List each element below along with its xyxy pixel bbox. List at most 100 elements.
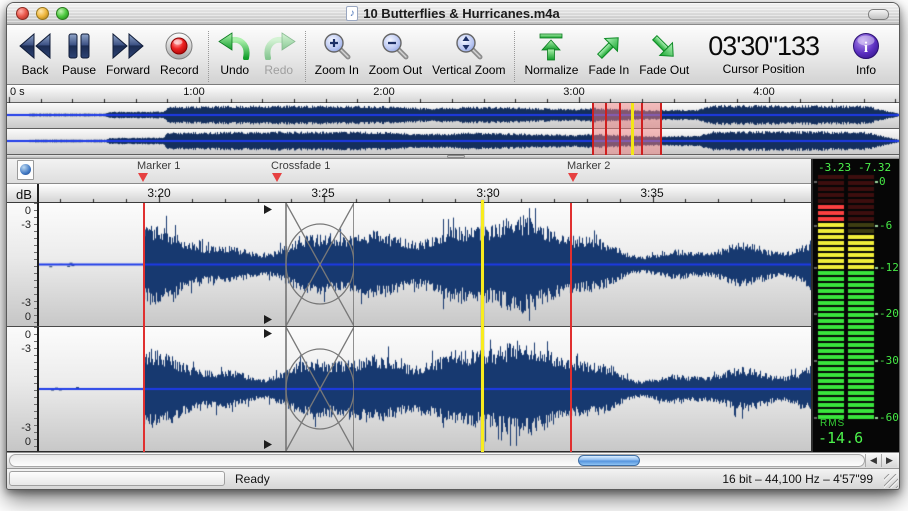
format-info: 16 bit – 44,100 Hz – 4'57"99 bbox=[722, 472, 873, 486]
playback-cursor[interactable] bbox=[481, 200, 484, 452]
toolbar-toggle-button[interactable] bbox=[868, 9, 889, 20]
pause-icon bbox=[66, 30, 92, 62]
audio-globe-icon bbox=[20, 164, 31, 175]
marker-triangle-icon[interactable] bbox=[272, 173, 282, 182]
overview-marker-line bbox=[605, 103, 607, 155]
title-bar[interactable]: ♪ 10 Butterflies & Hurricanes.m4a bbox=[7, 3, 899, 25]
app-window: ♪ 10 Butterflies & Hurricanes.m4a Back P… bbox=[6, 2, 900, 490]
peak-value-left: -3.23 bbox=[818, 161, 851, 174]
overview-selection[interactable] bbox=[593, 103, 662, 155]
overview-time-ruler[interactable]: 0 s 1:00 2:00 3:00 4:00 bbox=[7, 85, 899, 103]
audio-document-icon: ♪ bbox=[346, 6, 358, 21]
progress-area bbox=[9, 471, 225, 486]
fade-handle-icon bbox=[264, 315, 272, 324]
redo-button[interactable]: Redo bbox=[257, 29, 301, 78]
db-scale-left-channel: 0 -3 -3 0 bbox=[7, 203, 39, 326]
channel-right: 0 -3 -3 0 bbox=[7, 327, 811, 452]
crossfade-region[interactable] bbox=[262, 327, 354, 451]
zoom-in-icon bbox=[322, 30, 352, 62]
status-bar: Ready 16 bit – 44,100 Hz – 4'57"99 bbox=[7, 468, 899, 489]
marker-2-line bbox=[570, 203, 572, 452]
fade-handle-icon bbox=[264, 205, 272, 214]
zoom-window-button[interactable] bbox=[56, 7, 69, 20]
crossfade-region[interactable] bbox=[262, 203, 354, 326]
marker-crossfade-1[interactable]: Crossfade 1 bbox=[271, 160, 330, 182]
db-unit-label: dB bbox=[7, 184, 39, 203]
cursor-position-display: 03'30"133 Cursor Position bbox=[708, 29, 819, 76]
normalize-button[interactable]: Normalize bbox=[519, 29, 583, 78]
main-ruler-label: 3:20 bbox=[147, 186, 170, 200]
vertical-zoom-button[interactable]: Vertical Zoom bbox=[427, 29, 510, 78]
horizontal-scrollbar[interactable]: ◀ ▶ bbox=[7, 452, 899, 468]
toolbar-separator bbox=[305, 31, 306, 82]
undo-button[interactable]: Undo bbox=[213, 29, 257, 78]
waveform-right-channel[interactable] bbox=[39, 327, 811, 451]
marker-triangle-icon[interactable] bbox=[138, 173, 148, 182]
overview-waveform-right[interactable] bbox=[7, 129, 899, 154]
main-ruler-label: 3:30 bbox=[476, 186, 499, 200]
waveform-canvas-left[interactable] bbox=[39, 203, 811, 326]
pause-button[interactable]: Pause bbox=[57, 29, 101, 78]
record-button[interactable]: Record bbox=[155, 29, 204, 78]
zoom-in-button[interactable]: Zoom In bbox=[310, 29, 364, 78]
waveform-left-channel[interactable] bbox=[39, 203, 811, 326]
splitter-handle[interactable] bbox=[447, 155, 465, 158]
overview-ruler-label: 1:00 bbox=[183, 86, 204, 98]
peak-value-right: -7.32 bbox=[858, 161, 891, 174]
scrollbar-thumb[interactable] bbox=[578, 455, 640, 466]
fade-out-button[interactable]: Fade Out bbox=[634, 29, 694, 78]
toolbar: Back Pause Forward Record Undo bbox=[7, 25, 899, 85]
main-ruler-label: 3:25 bbox=[311, 186, 334, 200]
scroll-right-button[interactable]: ▶ bbox=[881, 454, 897, 467]
title-group: ♪ 10 Butterflies & Hurricanes.m4a bbox=[346, 6, 560, 21]
cursor-position-value: 03'30"133 bbox=[708, 30, 819, 62]
undo-icon bbox=[218, 30, 252, 62]
record-icon bbox=[164, 30, 194, 62]
redo-icon bbox=[262, 30, 296, 62]
fade-in-button[interactable]: Fade In bbox=[583, 29, 634, 78]
rms-label: RMS bbox=[820, 418, 845, 429]
zoom-out-button[interactable]: Zoom Out bbox=[364, 29, 427, 78]
resize-grip[interactable] bbox=[884, 474, 898, 488]
toolbar-separator bbox=[208, 31, 209, 82]
level-meter: -3.23 -7.32 0 -6 -12 -20 -30 -60 RMS -14… bbox=[811, 159, 899, 452]
rms-value: -14.6 bbox=[818, 429, 863, 447]
channel-left: 0 -3 -3 0 bbox=[7, 203, 811, 327]
overview-marker-line bbox=[619, 103, 621, 155]
marker-1[interactable]: Marker 1 bbox=[137, 160, 180, 182]
fade-out-icon bbox=[649, 30, 679, 62]
forward-button[interactable]: Forward bbox=[101, 29, 155, 78]
back-icon bbox=[18, 30, 52, 62]
scroll-left-button[interactable]: ◀ bbox=[865, 454, 881, 467]
main-ruler-label: 3:35 bbox=[640, 186, 663, 200]
audio-file-proxy-icon[interactable] bbox=[17, 160, 34, 180]
fade-handle-icon bbox=[264, 440, 272, 449]
db-scale-right-channel: 0 -3 -3 0 bbox=[7, 327, 39, 451]
info-button[interactable]: i Info bbox=[847, 29, 885, 78]
overview-ruler-label: 3:00 bbox=[563, 86, 584, 98]
minimize-button[interactable] bbox=[36, 7, 49, 20]
overview-marker-line bbox=[641, 103, 643, 155]
vertical-zoom-icon bbox=[454, 30, 484, 62]
fade-in-icon bbox=[594, 30, 624, 62]
level-meter-leds bbox=[813, 159, 899, 452]
overview-waveform[interactable] bbox=[7, 103, 899, 155]
marker-2[interactable]: Marker 2 bbox=[567, 160, 610, 182]
marker-strip[interactable]: Marker 1 Crossfade 1 Marker 2 bbox=[7, 159, 811, 183]
back-button[interactable]: Back bbox=[13, 29, 57, 78]
overview-playback-cursor[interactable] bbox=[631, 103, 634, 155]
normalize-icon bbox=[536, 30, 566, 62]
overview-ruler-label: 0 s bbox=[10, 86, 25, 98]
overview-selection-start-line bbox=[592, 103, 594, 155]
fade-handle-icon bbox=[264, 329, 272, 338]
overview-waveform-left[interactable] bbox=[7, 103, 899, 128]
marker-triangle-icon[interactable] bbox=[568, 173, 578, 182]
close-button[interactable] bbox=[16, 7, 29, 20]
scrollbar-track[interactable] bbox=[9, 454, 865, 467]
waveform-canvas-right[interactable] bbox=[39, 327, 811, 451]
info-icon: i bbox=[852, 30, 880, 62]
window-title: 10 Butterflies & Hurricanes.m4a bbox=[363, 6, 560, 21]
status-text: Ready bbox=[235, 472, 270, 486]
main-time-ruler[interactable]: 3:20 3:25 3:30 3:35 bbox=[39, 184, 811, 203]
overview-selection-end-line bbox=[660, 103, 662, 155]
